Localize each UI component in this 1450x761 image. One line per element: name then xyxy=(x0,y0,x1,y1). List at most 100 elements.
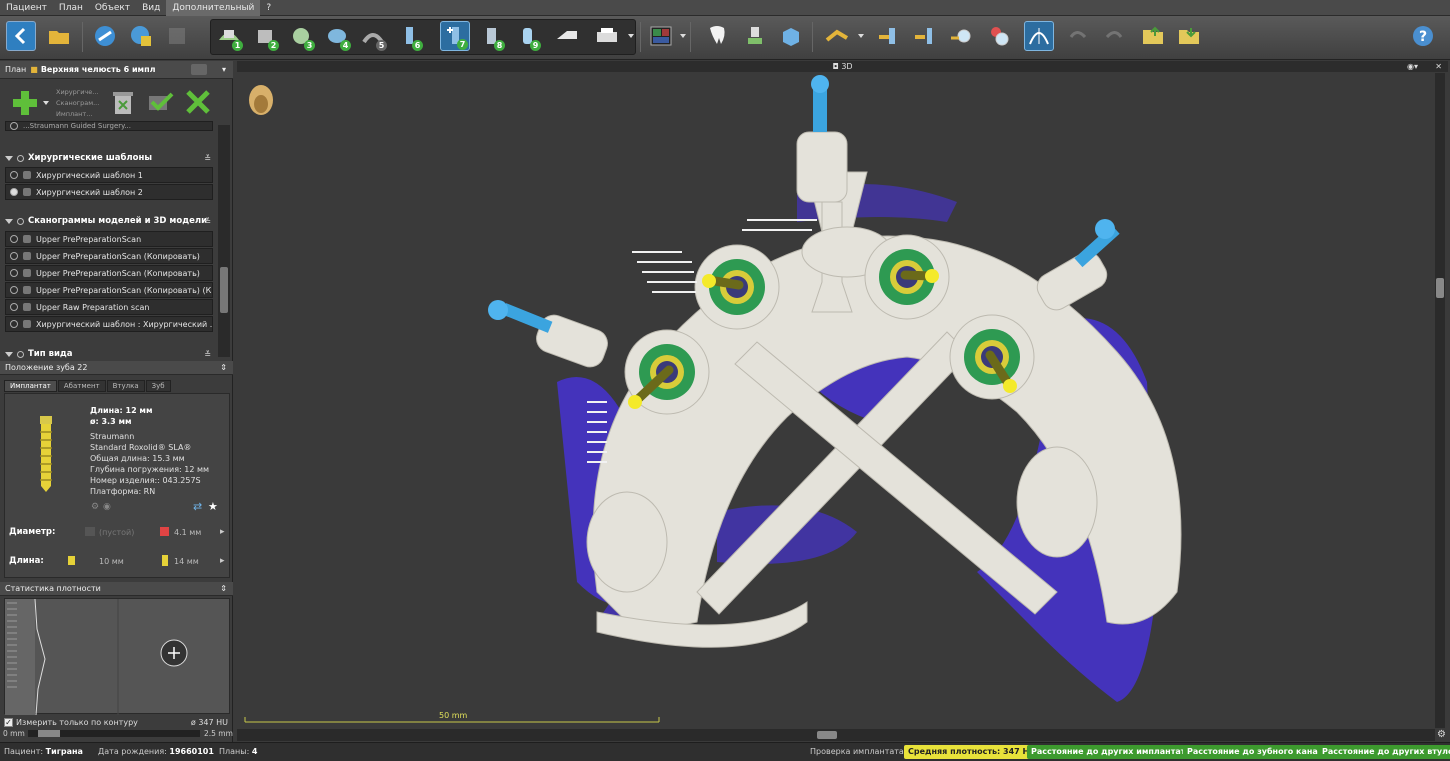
horizontal-scroll-thumb[interactable] xyxy=(817,731,837,739)
contour-checkbox-row[interactable]: ✓ Измерить только по контуру ø 347 HU xyxy=(4,716,230,728)
view-type-header[interactable]: Тип вида ≚ xyxy=(5,346,215,362)
length-option-short[interactable]: 10 мм xyxy=(99,557,124,566)
tab-abutment[interactable]: Абатмент xyxy=(57,380,106,392)
tree-scrollbar[interactable] xyxy=(218,125,230,357)
open-folder-button[interactable] xyxy=(44,21,74,51)
step-1-button[interactable]: 1 xyxy=(214,21,244,51)
density-badge[interactable]: Средняя плотность: 347 HU xyxy=(904,745,1040,759)
add-dropdown-icon[interactable] xyxy=(43,101,49,105)
vertical-scroll-thumb[interactable] xyxy=(1436,278,1444,298)
tooth-button[interactable] xyxy=(702,21,732,51)
tab-tooth[interactable]: Зуб xyxy=(145,380,171,392)
step-9-button[interactable]: 9 xyxy=(512,21,542,51)
scan-row[interactable]: Upper PrePreparationScan xyxy=(5,231,213,247)
parallel-button[interactable] xyxy=(908,21,938,51)
surgical-template-row[interactable]: Хирургический шаблон 2 xyxy=(5,184,213,200)
viewport-settings-icon[interactable]: ⚙ xyxy=(1437,729,1446,740)
row-radio[interactable] xyxy=(10,122,18,130)
row-radio[interactable] xyxy=(10,303,18,311)
delete-button[interactable] xyxy=(110,88,136,116)
plan-collapse-icon[interactable]: ▾ xyxy=(222,65,226,74)
section-expand-icon[interactable]: ≚ xyxy=(204,350,211,359)
layout-dropdown-icon[interactable] xyxy=(680,34,686,38)
tooth-position-dropdown-icon[interactable]: ⇕ xyxy=(220,363,227,372)
section-expand-icon[interactable]: ≚ xyxy=(204,154,211,163)
step-5-button[interactable]: 5 xyxy=(358,21,388,51)
menu-object[interactable]: Объект xyxy=(89,0,136,16)
maximize-icon[interactable]: ✕ xyxy=(1435,61,1442,72)
redo-button[interactable] xyxy=(1100,21,1130,51)
depth-slider[interactable] xyxy=(28,730,200,737)
nerve-distance-badge[interactable]: Расстояние до зубного канала xyxy=(1183,745,1334,759)
print-dropdown-icon[interactable] xyxy=(628,34,634,38)
density-collapse-icon[interactable]: ⇕ xyxy=(220,584,227,593)
row-radio[interactable] xyxy=(10,269,18,277)
box-button[interactable] xyxy=(776,21,806,51)
dental-scene[interactable]: 50 mm xyxy=(237,72,1432,730)
row-radio[interactable] xyxy=(10,235,18,243)
panoramic-button[interactable] xyxy=(1024,21,1054,51)
visibility-icon[interactable] xyxy=(17,350,24,358)
help-button[interactable]: ? xyxy=(1408,21,1438,51)
menu-plan[interactable]: План xyxy=(53,0,89,16)
collision-button[interactable] xyxy=(984,21,1014,51)
row-radio[interactable] xyxy=(10,252,18,260)
measure-dropdown-icon[interactable] xyxy=(858,34,864,38)
horizontal-scrollbar[interactable] xyxy=(237,729,1435,741)
section-expand-icon[interactable]: ≚ xyxy=(204,217,211,226)
step-3-button[interactable]: 3 xyxy=(286,21,316,51)
inspect-button[interactable] xyxy=(946,21,976,51)
row-radio[interactable] xyxy=(10,171,18,179)
layout-button[interactable] xyxy=(646,21,676,51)
scans-header[interactable]: Сканограммы моделей и 3D модели ≚ xyxy=(5,213,215,229)
checkbox-checked-icon[interactable]: ✓ xyxy=(4,717,13,727)
scan-row[interactable]: Upper PrePreparationScan (Копировать) xyxy=(5,248,213,264)
diameter-empty-option[interactable]: (пустой) xyxy=(99,528,134,537)
row-radio[interactable] xyxy=(10,320,18,328)
visibility-icon[interactable] xyxy=(17,154,24,162)
scan-row[interactable]: Upper PrePreparationScan (Копировать) xyxy=(5,265,213,281)
undo-button[interactable] xyxy=(1062,21,1092,51)
truncated-plan-row[interactable]: ...Straumann Guided Surgery... xyxy=(5,121,213,131)
implant-distance-badge[interactable]: Расстояние до других имплантатов xyxy=(1027,745,1200,759)
guide-button[interactable] xyxy=(552,21,582,51)
menu-advanced[interactable]: Дополнительный xyxy=(166,0,261,16)
step-2-button[interactable]: 2 xyxy=(250,21,280,51)
vertical-scrollbar[interactable] xyxy=(1435,73,1445,728)
row-radio[interactable] xyxy=(10,286,18,294)
measure-angle-button[interactable] xyxy=(822,21,852,51)
tab-sleeve[interactable]: Втулка xyxy=(106,380,145,392)
swap-icon[interactable]: ⇄ xyxy=(193,500,202,513)
eye-icon[interactable]: ◉ xyxy=(103,502,111,512)
surgical-templates-header[interactable]: Хирургические шаблоны ≚ xyxy=(5,150,215,166)
menu-help[interactable]: ? xyxy=(260,0,277,16)
plan-menu-button[interactable] xyxy=(191,64,207,75)
import-button[interactable] xyxy=(1174,21,1204,51)
step-7-button[interactable]: 7 xyxy=(440,21,470,51)
verify-button[interactable] xyxy=(146,88,174,116)
disabled-tool-button[interactable] xyxy=(162,21,192,51)
visibility-icon[interactable] xyxy=(17,217,24,225)
length-next-icon[interactable]: ▸ xyxy=(220,556,225,566)
lock-icon[interactable]: ⚙ xyxy=(91,502,99,512)
length-option-long[interactable]: 14 мм xyxy=(174,557,199,566)
orientation-head-icon[interactable] xyxy=(249,85,273,115)
print-button[interactable] xyxy=(592,21,622,51)
diameter-empty-icon[interactable] xyxy=(85,527,95,536)
scan-row[interactable]: Хирургический шаблон : Хирургический ... xyxy=(5,316,213,332)
visibility-toggle-icon[interactable]: ◉▾ xyxy=(1407,61,1418,72)
row-radio[interactable] xyxy=(10,188,18,196)
distance-button[interactable] xyxy=(872,21,902,51)
menu-patient[interactable]: Пациент xyxy=(0,0,53,16)
add-object-button[interactable] xyxy=(10,88,40,118)
diameter-next-icon[interactable]: ▸ xyxy=(220,527,225,537)
globe-button[interactable] xyxy=(126,21,156,51)
sleeve-distance-badge[interactable]: Расстояние до других втулок xyxy=(1318,745,1450,759)
favorite-star-icon[interactable]: ★ xyxy=(208,500,218,513)
tree-scroll-thumb[interactable] xyxy=(220,267,228,313)
menu-view[interactable]: Вид xyxy=(136,0,166,16)
scan-row[interactable]: Upper PrePreparationScan (Копировать) (К… xyxy=(5,282,213,298)
viewport-3d[interactable]: ◘ 3D ◉▾ ✕ 50 mm ⚙ xyxy=(237,61,1448,742)
tab-implant[interactable]: Имплантат xyxy=(4,380,57,392)
abutment-button[interactable] xyxy=(740,21,770,51)
